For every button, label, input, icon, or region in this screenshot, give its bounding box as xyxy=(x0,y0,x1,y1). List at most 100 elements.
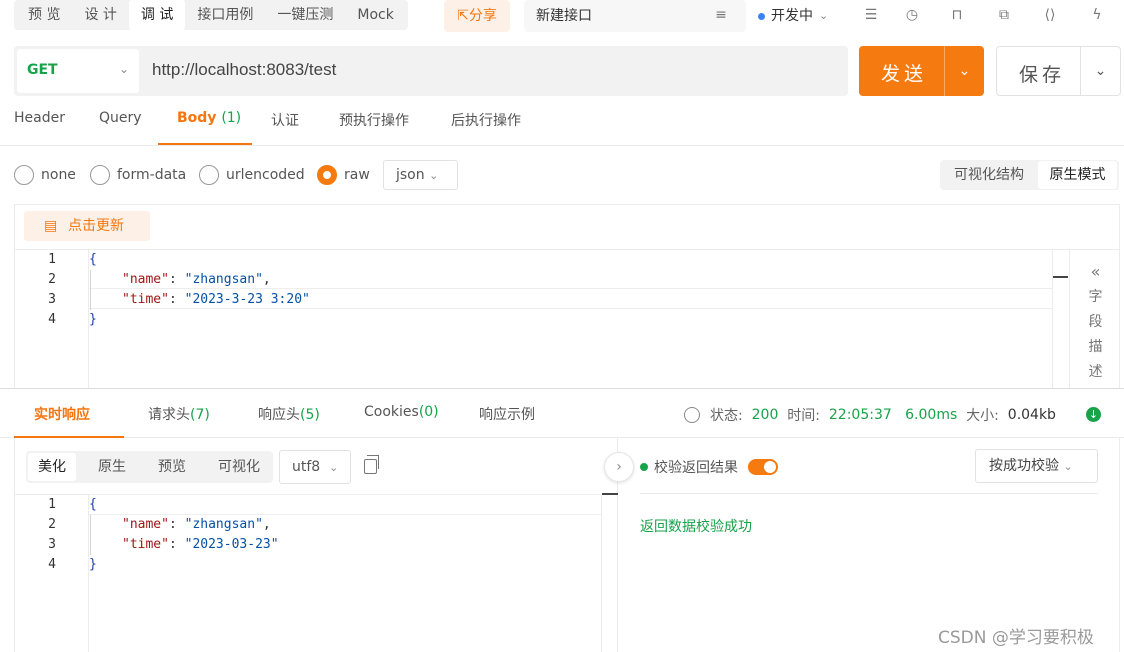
method-select[interactable]: GET ⌄ xyxy=(17,49,139,93)
code-icon[interactable]: ⟨⟩ xyxy=(1041,6,1059,24)
code-line: } xyxy=(89,557,97,572)
tab-request-headers[interactable]: 请求头(7) xyxy=(148,404,210,424)
line-number: 4 xyxy=(48,312,56,327)
scrollbar-thumb[interactable] xyxy=(602,493,618,495)
tab-pre-script[interactable]: 预执行操作 xyxy=(339,110,409,130)
view-mode-toggle: 可视化结构 原生模式 xyxy=(940,160,1119,190)
line-number: 4 xyxy=(48,557,56,572)
validate-toggle-row: 校验返回结果 xyxy=(640,457,778,477)
refresh-button[interactable]: ▤ 点击更新 xyxy=(24,211,150,241)
line-number: 1 xyxy=(48,252,56,267)
tab-query[interactable]: Query xyxy=(99,110,142,126)
radio-checked-icon xyxy=(317,165,337,185)
environment-select[interactable]: 开发中 ⌄ xyxy=(758,0,828,32)
tab-body[interactable]: Body (1) xyxy=(177,110,241,126)
refresh-icon: ▤ xyxy=(44,218,58,234)
view-raw[interactable]: 原生模式 xyxy=(1038,161,1117,189)
radio-icon xyxy=(14,165,34,185)
divider xyxy=(1119,438,1120,652)
tab-load-test[interactable]: 一键压测 xyxy=(265,0,345,30)
outline-icon[interactable]: ☰ xyxy=(862,6,880,24)
url-bar: GET ⌄ http://localhost:8083/test xyxy=(14,46,848,96)
code-line[interactable]: } xyxy=(89,312,97,327)
code-line: { xyxy=(89,497,97,512)
indent-guide xyxy=(90,270,91,310)
tab-header[interactable]: Header xyxy=(14,110,65,126)
divider xyxy=(640,493,1098,494)
view-visual[interactable]: 可视化结构 xyxy=(940,160,1038,190)
tab-cookies[interactable]: Cookies(0) xyxy=(364,404,439,420)
radio-form-data[interactable]: form-data xyxy=(90,165,186,185)
copy-icon[interactable]: ⧉ xyxy=(995,6,1013,24)
validate-mode-select[interactable]: 按成功校验 ⌄ xyxy=(975,449,1098,483)
chevron-down-icon: ⌄ xyxy=(329,461,339,474)
radio-icon xyxy=(199,165,219,185)
tab-preview[interactable]: 预 览 xyxy=(16,0,72,30)
line-number: 3 xyxy=(48,292,56,307)
line-number: 3 xyxy=(48,537,56,552)
tab-live-response[interactable]: 实时响应 xyxy=(34,404,90,424)
share-icon: ⇱ xyxy=(457,8,469,24)
editor-scrollbar[interactable] xyxy=(1052,250,1068,388)
chevron-down-icon: ⌄ xyxy=(1063,460,1073,473)
history-icon[interactable]: ◷ xyxy=(903,6,921,24)
lock-icon[interactable]: ⊓ xyxy=(948,6,966,24)
tab-mock[interactable]: Mock xyxy=(345,0,405,30)
environment-dot-icon xyxy=(758,12,765,20)
code-line[interactable]: "name": "zhangsan", xyxy=(122,272,271,287)
status-code: 200 xyxy=(751,407,779,423)
chevron-double-left-icon: « xyxy=(1090,262,1101,281)
format-visual[interactable]: 可视化 xyxy=(206,451,272,483)
encoding-select[interactable]: utf8 ⌄ xyxy=(279,450,351,484)
copy-response-icon[interactable] xyxy=(364,455,379,474)
request-tabs: Header Query Body (1) 认证 预执行操作 后执行操作 xyxy=(0,100,1124,146)
send-chevron-down-icon[interactable]: ⌄ xyxy=(944,46,984,96)
code-line[interactable]: "time": "2023-3-23 3:20" xyxy=(122,292,310,307)
current-line-highlight xyxy=(89,494,601,515)
radio-urlencoded[interactable]: urlencoded xyxy=(199,165,305,185)
url-input[interactable]: http://localhost:8083/test xyxy=(152,60,336,80)
scrollbar-thumb[interactable] xyxy=(1053,276,1068,278)
active-tab-indicator xyxy=(158,143,252,145)
save-button[interactable]: 保存 ⌄ xyxy=(996,46,1121,96)
radio-raw[interactable]: raw xyxy=(317,165,370,185)
chevron-right-icon[interactable]: › xyxy=(604,452,634,482)
tab-design[interactable]: 设 计 xyxy=(72,0,128,30)
format-icon[interactable]: ≡ xyxy=(712,6,730,24)
radio-none[interactable]: none xyxy=(14,165,76,185)
response-duration: 6.00ms xyxy=(905,407,958,423)
line-number: 1 xyxy=(48,497,56,512)
tab-test-cases[interactable]: 接口用例 xyxy=(185,0,265,30)
tab-post-script[interactable]: 后执行操作 xyxy=(451,110,521,130)
format-pretty[interactable]: 美化 xyxy=(28,453,76,481)
flash-icon[interactable]: ϟ xyxy=(1088,6,1106,24)
tab-auth[interactable]: 认证 xyxy=(271,110,299,130)
format-preview[interactable]: 预览 xyxy=(144,451,200,483)
download-icon[interactable]: ↓ xyxy=(1086,407,1101,422)
validate-toggle[interactable] xyxy=(748,459,778,475)
chevron-down-icon: ⌄ xyxy=(429,169,439,182)
tab-response-headers[interactable]: 响应头(5) xyxy=(258,404,320,424)
top-bar: 预 览 设 计 调 试 接口用例 一键压测 Mock ⇱分享 新建接口 ≡ 开发… xyxy=(0,0,1124,32)
line-number: 2 xyxy=(48,272,56,287)
save-chevron-down-icon[interactable]: ⌄ xyxy=(1080,47,1120,95)
code-line: "time": "2023-03-23" xyxy=(122,537,279,552)
field-description-panel[interactable]: « 字 段 描 述 xyxy=(1069,250,1120,388)
send-label: 发送 xyxy=(881,63,928,85)
tab-debug[interactable]: 调 试 xyxy=(128,0,186,30)
code-line[interactable]: { xyxy=(89,252,97,267)
send-button[interactable]: 发送 ⌄ xyxy=(859,46,984,96)
format-tabs: 美化 原生 预览 可视化 xyxy=(26,451,273,483)
tab-response-example[interactable]: 响应示例 xyxy=(479,404,535,424)
format-raw[interactable]: 原生 xyxy=(84,451,140,483)
save-label: 保存 xyxy=(1019,64,1066,86)
response-scrollbar[interactable] xyxy=(601,495,602,652)
line-number: 2 xyxy=(48,517,56,532)
raw-format-select[interactable]: json ⌄ xyxy=(383,160,458,190)
response-size: 0.04kb xyxy=(1007,407,1056,423)
chevron-down-icon: ⌄ xyxy=(118,62,129,76)
validate-result-text: 返回数据校验成功 xyxy=(640,519,752,535)
share-button[interactable]: ⇱分享 xyxy=(444,0,510,32)
globe-icon xyxy=(684,407,700,423)
gutter-divider xyxy=(88,495,89,652)
